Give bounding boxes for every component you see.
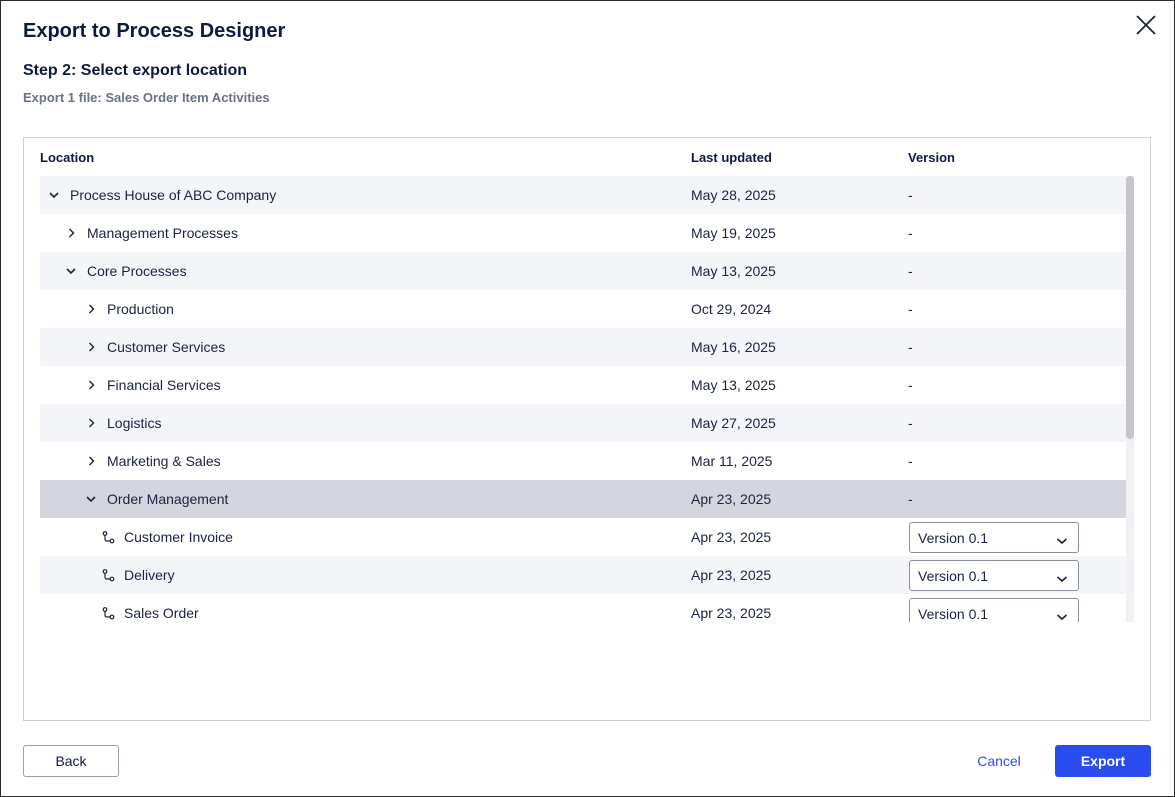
location-cell: Financial Services — [85, 366, 221, 404]
table-header: Location Last updated Version — [40, 150, 1126, 176]
chevron-right-icon[interactable] — [65, 227, 77, 239]
location-name: Production — [107, 301, 174, 317]
location-cell: Order Management — [85, 480, 228, 518]
table-row[interactable]: Marketing & Sales Mar 11, 2025 - — [40, 442, 1126, 480]
scrollbar-thumb[interactable] — [1126, 176, 1134, 439]
version-cell: - — [908, 225, 913, 241]
location-name: Sales Order — [124, 605, 199, 621]
version-cell: - — [908, 339, 913, 355]
chevron-down-icon[interactable] — [48, 189, 60, 201]
location-name: Process House of ABC Company — [70, 187, 277, 203]
chevron-right-icon[interactable] — [85, 455, 97, 467]
location-name: Management Processes — [87, 225, 238, 241]
process-icon — [102, 530, 115, 544]
location-cell: Process House of ABC Company — [48, 176, 276, 214]
last-updated-cell: May 16, 2025 — [691, 339, 776, 355]
cancel-button[interactable]: Cancel — [963, 745, 1035, 777]
export-button[interactable]: Export — [1055, 745, 1151, 777]
version-select-value: Version 0.1 — [918, 529, 989, 546]
version-select[interactable]: Version 0.1 — [909, 522, 1079, 553]
location-cell: Core Processes — [65, 252, 187, 290]
location-cell: Delivery — [102, 556, 175, 594]
table-row[interactable]: Core Processes May 13, 2025 - — [40, 252, 1126, 290]
location-cell: Management Processes — [65, 214, 238, 252]
last-updated-cell: May 13, 2025 — [691, 263, 776, 279]
location-name: Customer Invoice — [124, 529, 233, 545]
table-row[interactable]: Financial Services May 13, 2025 - — [40, 366, 1126, 404]
location-cell: Sales Order — [102, 594, 199, 622]
chevron-right-icon[interactable] — [85, 379, 97, 391]
table-row[interactable]: Customer Services May 16, 2025 - — [40, 328, 1126, 366]
version-cell: - — [908, 415, 913, 431]
last-updated-cell: Apr 23, 2025 — [691, 567, 772, 583]
version-select-value: Version 0.1 — [918, 567, 989, 584]
last-updated-cell: Apr 23, 2025 — [691, 605, 772, 621]
last-updated-cell: Mar 11, 2025 — [691, 453, 773, 469]
version-cell: - — [908, 187, 913, 203]
location-name: Marketing & Sales — [107, 453, 221, 469]
version-cell: - — [908, 453, 913, 469]
version-cell: - — [908, 263, 913, 279]
chevron-down-icon[interactable] — [65, 265, 77, 277]
step-subtitle: Export 1 file: Sales Order Item Activiti… — [23, 90, 270, 105]
location-cell: Marketing & Sales — [85, 442, 221, 480]
location-table: Location Last updated Version Process Ho… — [23, 137, 1151, 721]
version-cell: - — [908, 491, 913, 507]
table-row[interactable]: Process House of ABC Company May 28, 2025… — [40, 176, 1126, 214]
chevron-right-icon[interactable] — [85, 417, 97, 429]
step-title: Step 2: Select export location — [23, 62, 248, 79]
last-updated-cell: May 13, 2025 — [691, 377, 776, 393]
last-updated-cell: Apr 23, 2025 — [691, 529, 772, 545]
back-button[interactable]: Back — [23, 745, 119, 777]
last-updated-cell: Oct 29, 2024 — [691, 301, 772, 317]
last-updated-cell: May 27, 2025 — [691, 415, 776, 431]
location-cell: Production — [85, 290, 174, 328]
chevron-down-icon — [1056, 533, 1068, 545]
header-version: Version — [908, 150, 955, 165]
version-cell: - — [908, 301, 913, 317]
version-select[interactable]: Version 0.1 — [909, 598, 1079, 622]
chevron-down-icon[interactable] — [85, 493, 97, 505]
table-row[interactable]: Customer Invoice Apr 23, 2025 Version 0.1 — [40, 518, 1126, 556]
process-icon — [102, 606, 115, 620]
location-name: Order Management — [107, 491, 229, 507]
vertical-scrollbar[interactable] — [1126, 176, 1134, 622]
version-select-value: Version 0.1 — [918, 605, 989, 622]
location-name: Delivery — [124, 567, 175, 583]
table-row[interactable]: Order Management Apr 23, 2025 - — [40, 480, 1126, 518]
process-icon — [102, 568, 115, 582]
location-cell: Logistics — [85, 404, 161, 442]
table-row[interactable]: Sales Order Apr 23, 2025 Version 0.1 — [40, 594, 1126, 622]
last-updated-cell: May 19, 2025 — [691, 225, 776, 241]
export-dialog: Export to Process Designer Step 2: Selec… — [0, 0, 1175, 797]
table-row[interactable]: Management Processes May 19, 2025 - — [40, 214, 1126, 252]
chevron-down-icon — [1056, 609, 1068, 621]
dialog-title: Export to Process Designer — [23, 20, 286, 42]
table-row[interactable]: Delivery Apr 23, 2025 Version 0.1 — [40, 556, 1126, 594]
header-location: Location — [40, 150, 95, 165]
table-row[interactable]: Logistics May 27, 2025 - — [40, 404, 1126, 442]
location-cell: Customer Invoice — [102, 518, 233, 556]
close-icon[interactable] — [1134, 13, 1158, 37]
last-updated-cell: Apr 23, 2025 — [691, 491, 772, 507]
version-select[interactable]: Version 0.1 — [909, 560, 1079, 591]
header-last-updated: Last updated — [691, 150, 772, 165]
location-name: Customer Services — [107, 339, 226, 355]
location-cell: Customer Services — [85, 328, 225, 366]
chevron-right-icon[interactable] — [85, 303, 97, 315]
last-updated-cell: May 28, 2025 — [691, 187, 776, 203]
location-name: Logistics — [107, 415, 162, 431]
chevron-down-icon — [1056, 571, 1068, 583]
version-cell: - — [908, 377, 913, 393]
location-name: Core Processes — [87, 263, 187, 279]
table-row[interactable]: Production Oct 29, 2024 - — [40, 290, 1126, 328]
location-name: Financial Services — [107, 377, 221, 393]
chevron-right-icon[interactable] — [85, 341, 97, 353]
table-body: Process House of ABC Company May 28, 2025… — [40, 176, 1126, 622]
